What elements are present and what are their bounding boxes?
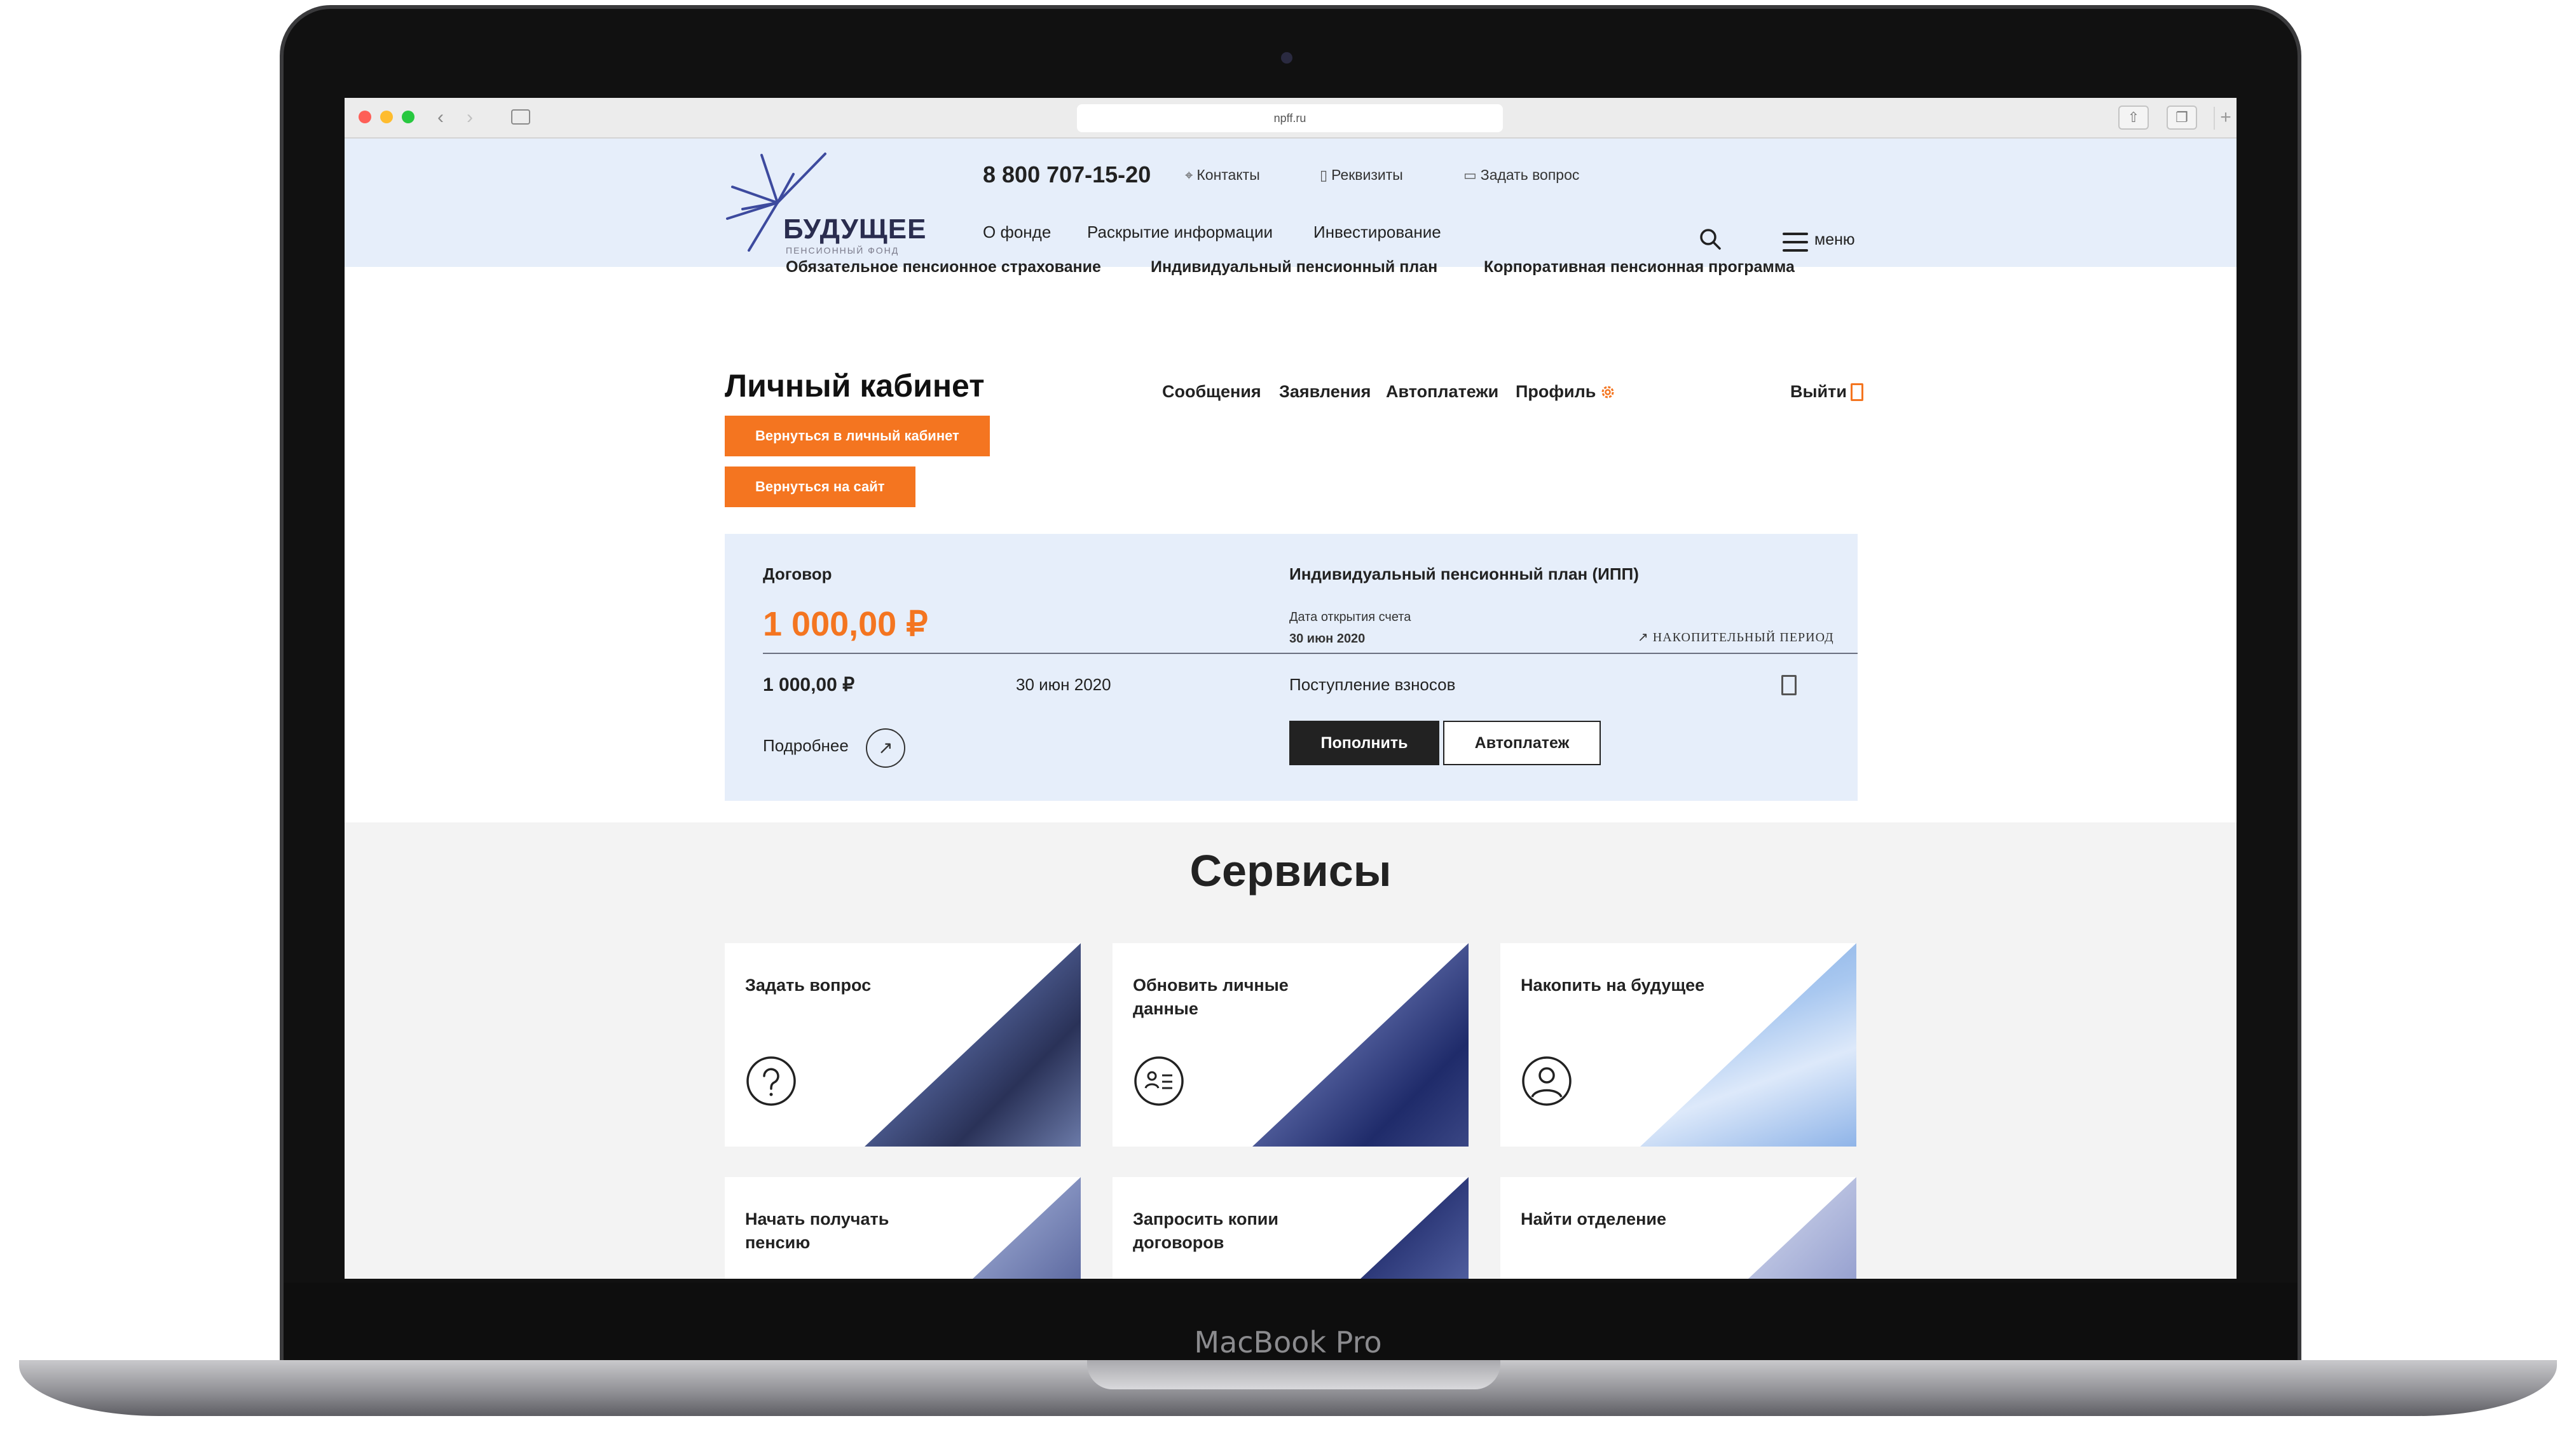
back-to-cabinet-button[interactable]: Вернуться в личный кабинет xyxy=(725,416,990,456)
logout-link[interactable]: Выйти xyxy=(1790,382,1863,402)
arrow-up-right-icon[interactable]: ↗ xyxy=(866,728,905,768)
question-icon xyxy=(746,1056,796,1106)
tile-title: Найти отделение xyxy=(1521,1209,1667,1229)
last-contribution-amount: 1 000,00 ₽ xyxy=(763,674,855,695)
service-tile-ask-question[interactable]: Задать вопрос xyxy=(725,943,1081,1147)
tile-title: Задать вопрос xyxy=(745,976,872,995)
tab-applications[interactable]: Заявления xyxy=(1279,382,1371,402)
menu-label[interactable]: меню xyxy=(1814,231,1855,249)
requisites-link[interactable]: ▯ Реквизиты xyxy=(1320,167,1403,184)
service-tile-start-pension[interactable]: Начать получать пенсию xyxy=(725,1177,1081,1279)
sidebar-icon[interactable] xyxy=(511,109,530,125)
close-window-button[interactable] xyxy=(359,111,371,123)
logout-icon xyxy=(1850,383,1863,401)
browser-toolbar: ‹ › npff.ru ⇧ ❐ + xyxy=(345,98,2237,139)
hamburger-menu-icon[interactable] xyxy=(1783,233,1808,253)
back-icon[interactable]: ‹ xyxy=(437,107,444,128)
id-card-icon xyxy=(1134,1056,1184,1106)
nav-investing[interactable]: Инвестирование xyxy=(1313,222,1441,242)
share-icon[interactable]: ⇧ xyxy=(2118,106,2149,130)
period-status: ↗ НАКОПИТЕЛЬНЫЙ ПЕРИОД xyxy=(1638,629,1834,645)
ask-question-label: Задать вопрос xyxy=(1480,167,1580,183)
period-label: НАКОПИТЕЛЬНЫЙ ПЕРИОД xyxy=(1652,630,1834,644)
location-pin-icon: ⌖ xyxy=(1185,167,1193,183)
laptop-frame: MacBook Pro ‹ › npff.ru ⇧ ❐ + БУДУЩЕЕ ПЕ… xyxy=(0,0,2576,1437)
tab-profile-label: Профиль xyxy=(1516,382,1596,401)
more-link[interactable]: Подробнее xyxy=(763,736,849,756)
phone-number[interactable]: 8 800 707-15-20 xyxy=(983,161,1151,188)
document-icon[interactable] xyxy=(1781,675,1797,695)
trend-up-icon: ↗ xyxy=(1638,630,1653,644)
open-date-label: Дата открытия счета xyxy=(1289,610,1411,624)
tile-title: Запросить копии договоров xyxy=(1133,1209,1278,1252)
search-icon[interactable] xyxy=(1699,228,1722,250)
services-title: Сервисы xyxy=(1189,846,1392,896)
contract-balance: 1 000,00 ₽ xyxy=(763,605,928,643)
tab-autopayments-label: Автоплатежи xyxy=(1386,382,1499,401)
gear-icon xyxy=(1601,386,1614,398)
plan-name: Индивидуальный пенсионный план (ИПП) xyxy=(1289,564,1639,583)
subnav-kpp[interactable]: Корпоративная пенсионная программа xyxy=(1484,258,1795,276)
screen: ‹ › npff.ru ⇧ ❐ + БУДУЩЕЕ ПЕНСИОННЫЙ ФОН… xyxy=(345,98,2237,1279)
logo-subtitle: ПЕНСИОННЫЙ ФОНД xyxy=(786,245,900,255)
tab-messages[interactable]: Сообщения xyxy=(1162,382,1261,402)
ask-question-link[interactable]: ▭ Задать вопрос xyxy=(1463,167,1579,184)
subnav-ipp[interactable]: Индивидуальный пенсионный план xyxy=(1151,258,1437,276)
address-bar[interactable]: npff.ru xyxy=(1077,104,1503,132)
contacts-label: Контакты xyxy=(1196,167,1260,183)
tabs-icon[interactable]: ❐ xyxy=(2167,106,2197,130)
nav-about[interactable]: О фонде xyxy=(983,222,1051,242)
logout-label: Выйти xyxy=(1790,382,1847,401)
maximize-window-button[interactable] xyxy=(402,111,414,123)
tile-title: Начать получать пенсию xyxy=(745,1209,889,1252)
topup-button[interactable]: Пополнить xyxy=(1289,721,1439,765)
contributions-label: Поступление взносов xyxy=(1289,675,1456,694)
document-icon: ▯ xyxy=(1320,167,1328,183)
contacts-link[interactable]: ⌖ Контакты xyxy=(1185,167,1260,184)
subnav-ops[interactable]: Обязательное пенсионное страхование xyxy=(786,258,1101,276)
logo-text[interactable]: БУДУЩЕЕ xyxy=(783,214,926,245)
page-title: Личный кабинет xyxy=(725,368,985,404)
service-tile-find-office[interactable]: Найти отделение xyxy=(1500,1177,1856,1279)
contract-label: Договор xyxy=(763,564,832,583)
chat-bubble-icon: ▭ xyxy=(1463,167,1477,183)
device-brand: MacBook Pro xyxy=(1194,1325,1382,1359)
service-tile-save-future[interactable]: Накопить на будущее xyxy=(1500,943,1856,1147)
service-tile-update-data[interactable]: Обновить личные данные xyxy=(1113,943,1469,1147)
tab-autopayments[interactable]: Автоплатежи xyxy=(1386,382,1498,402)
tab-profile[interactable]: Профиль xyxy=(1516,382,1616,402)
last-contribution-date: 30 июн 2020 xyxy=(1016,675,1111,694)
tile-title: Накопить на будущее xyxy=(1521,976,1705,995)
open-date: 30 июн 2020 xyxy=(1289,632,1366,646)
user-icon xyxy=(1522,1056,1572,1106)
autopay-button[interactable]: Автоплатеж xyxy=(1443,721,1601,765)
site-header: БУДУЩЕЕ ПЕНСИОННЫЙ ФОНД 8 800 707-15-20 … xyxy=(345,139,2237,267)
requisites-label: Реквизиты xyxy=(1331,167,1403,183)
new-tab-icon[interactable]: + xyxy=(2214,107,2237,130)
laptop-notch xyxy=(1087,1360,1500,1389)
nav-disclosure[interactable]: Раскрытие информации xyxy=(1087,222,1273,242)
camera xyxy=(1281,52,1292,64)
back-to-site-button[interactable]: Вернуться на сайт xyxy=(725,467,915,507)
tile-title: Обновить личные данные xyxy=(1133,976,1289,1018)
divider xyxy=(763,653,1858,654)
minimize-window-button[interactable] xyxy=(380,111,393,123)
service-tile-request-copies[interactable]: Запросить копии договоров xyxy=(1113,1177,1469,1279)
contract-card: Договор 1 000,00 ₽ Индивидуальный пенсио… xyxy=(725,534,1858,801)
forward-icon[interactable]: › xyxy=(467,107,473,128)
